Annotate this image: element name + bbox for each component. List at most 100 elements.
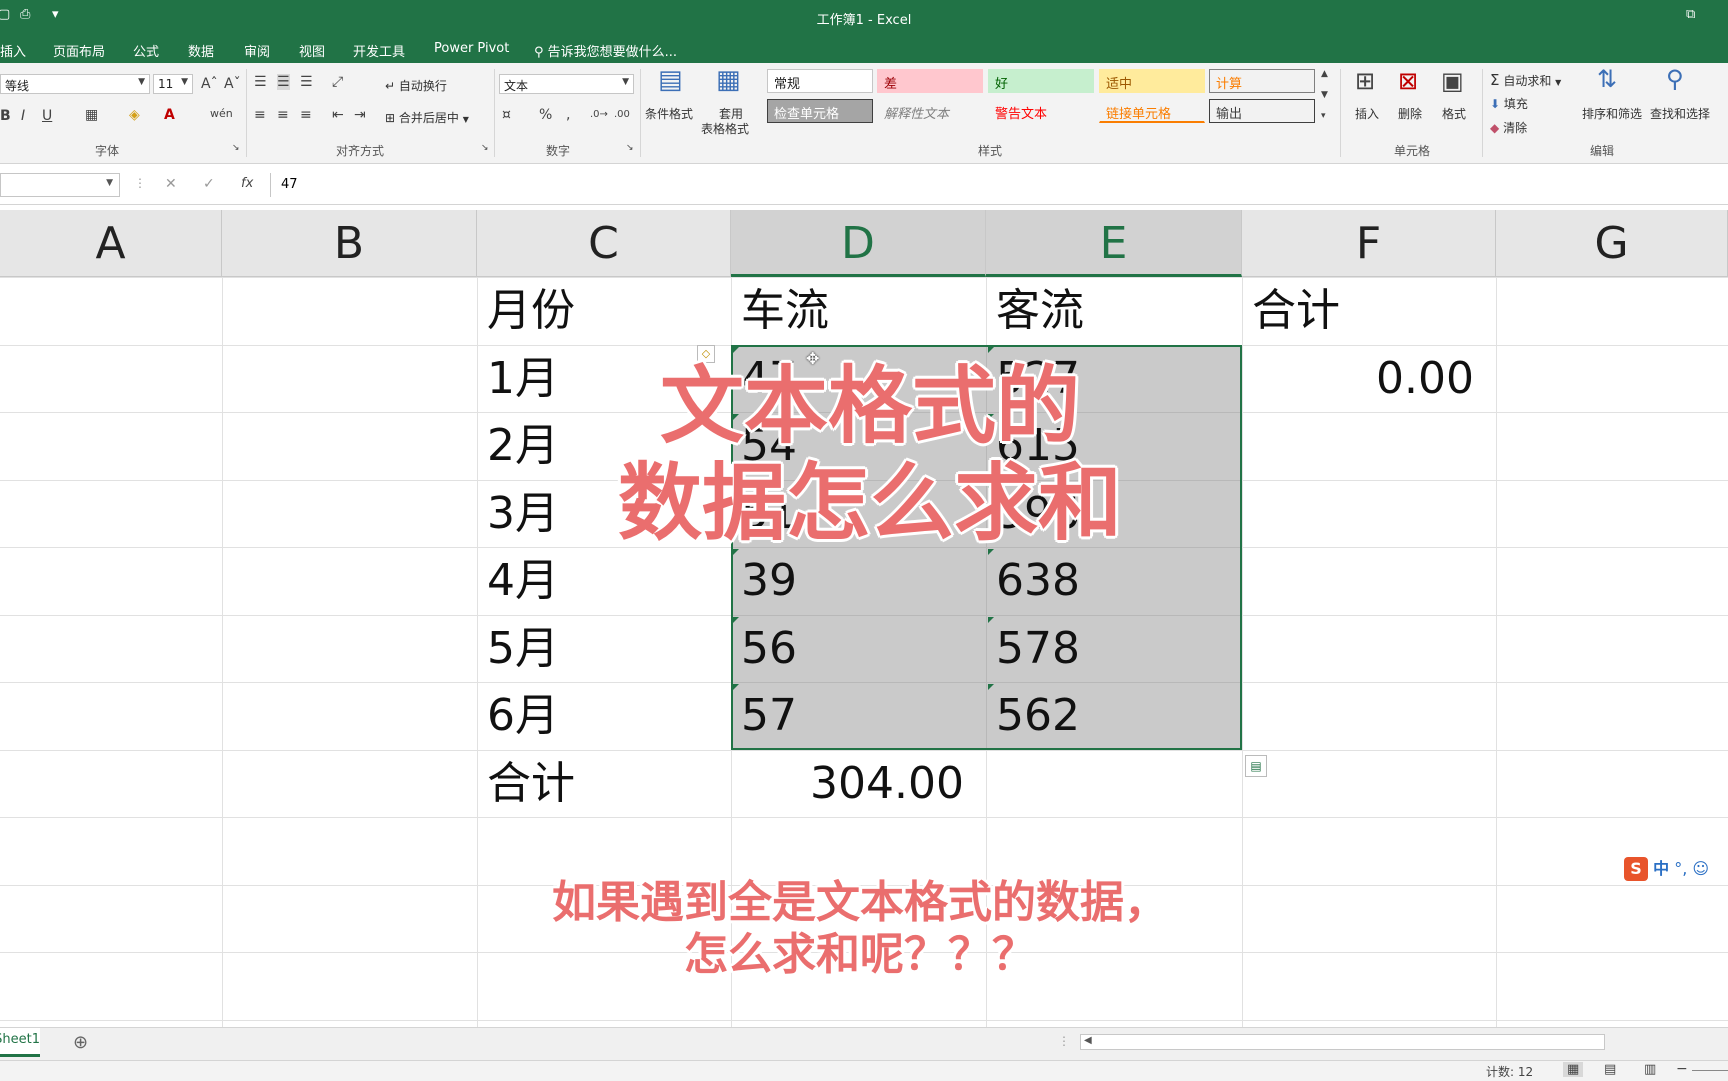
- cell-d7[interactable]: 57: [731, 682, 986, 749]
- sheet-tab-active[interactable]: Sheet1: [0, 1028, 40, 1057]
- column-header-e[interactable]: E: [986, 210, 1242, 277]
- column-header-f[interactable]: F: [1242, 210, 1496, 277]
- tell-me-box[interactable]: ⚲ 告诉我您想要做什么...: [534, 41, 677, 60]
- cell-style-0[interactable]: 常规: [767, 69, 873, 93]
- horizontal-scrollbar[interactable]: ◀: [1080, 1034, 1605, 1050]
- find-select-icon[interactable]: ⚲: [1666, 65, 1684, 93]
- delete-cells-icon[interactable]: ⊠: [1398, 67, 1418, 95]
- dialog-launcher-icon[interactable]: ↘: [481, 143, 489, 153]
- tab-data[interactable]: 数据: [188, 41, 214, 60]
- gallery-up-icon[interactable]: ▲: [1321, 69, 1328, 79]
- cell-f5[interactable]: [1242, 547, 1496, 614]
- name-box[interactable]: ▼: [0, 173, 120, 197]
- top-align-icon[interactable]: ☰: [254, 74, 267, 90]
- cell-f2[interactable]: 0.00: [1242, 345, 1496, 412]
- fill-color-icon[interactable]: ◈: [129, 107, 140, 123]
- add-sheet-icon[interactable]: ⊕: [73, 1032, 88, 1053]
- sort-filter-label[interactable]: 排序和筛选: [1582, 105, 1642, 122]
- cell-d1[interactable]: 车流: [731, 277, 986, 344]
- cell-style-5[interactable]: 检查单元格: [767, 99, 873, 123]
- formula-input[interactable]: 47: [270, 173, 1728, 197]
- insert-function-icon[interactable]: fx: [241, 176, 253, 191]
- ime-emoji-icon[interactable]: ☺: [1692, 859, 1709, 878]
- cell-style-2[interactable]: 好: [988, 69, 1094, 93]
- cell-d8[interactable]: 304.00: [731, 750, 986, 817]
- cell-f7[interactable]: [1242, 682, 1496, 749]
- wrap-text-button[interactable]: ↵ 自动换行: [385, 77, 447, 94]
- conditional-format-label[interactable]: 条件格式: [645, 105, 693, 122]
- bottom-align-icon[interactable]: ☰: [300, 74, 313, 90]
- column-header-a[interactable]: A: [0, 210, 222, 277]
- column-header-g[interactable]: G: [1496, 210, 1728, 277]
- cell-style-6[interactable]: 解释性文本: [877, 99, 983, 123]
- tab-view[interactable]: 视图: [299, 41, 325, 60]
- ime-logo-icon[interactable]: S: [1624, 857, 1648, 881]
- cell-style-7[interactable]: 警告文本: [988, 99, 1094, 123]
- underline-button[interactable]: U: [42, 108, 52, 124]
- column-header-d[interactable]: D: [731, 210, 986, 277]
- ime-punct-icon[interactable]: °,: [1674, 859, 1687, 878]
- fill-button[interactable]: ⬇ 填充: [1490, 95, 1528, 112]
- dialog-launcher-icon[interactable]: ↘: [232, 143, 240, 153]
- increase-indent-icon[interactable]: ⇥: [354, 107, 366, 123]
- format-cells-label[interactable]: 格式: [1442, 105, 1466, 122]
- tab-review[interactable]: 审阅: [244, 41, 270, 60]
- cell-d5[interactable]: 39: [731, 547, 986, 614]
- cell-e8[interactable]: [986, 750, 1242, 817]
- splitter-icon[interactable]: ⋮: [1058, 1034, 1070, 1048]
- find-select-label[interactable]: 查找和选择: [1650, 105, 1710, 122]
- cell-style-1[interactable]: 差: [877, 69, 983, 93]
- percent-button[interactable]: %: [539, 107, 552, 123]
- autosum-button[interactable]: Σ 自动求和 ▼: [1490, 71, 1561, 89]
- bold-button[interactable]: B: [0, 108, 11, 124]
- clear-button[interactable]: ◆ 清除: [1490, 119, 1527, 136]
- quick-analysis-icon[interactable]: ▤: [1245, 755, 1267, 777]
- align-center-icon[interactable]: ≡: [277, 107, 289, 123]
- dialog-launcher-icon[interactable]: ↘: [626, 143, 634, 153]
- phonetic-icon[interactable]: wén: [210, 107, 233, 120]
- cell-c7[interactable]: 6月: [477, 682, 731, 749]
- cell-f4[interactable]: [1242, 480, 1496, 547]
- cell-c1[interactable]: 月份: [477, 277, 731, 344]
- page-layout-view-icon[interactable]: ▤: [1604, 1062, 1616, 1077]
- grow-font-button[interactable]: Aˆ: [201, 76, 218, 92]
- tab-insert[interactable]: 插入: [0, 41, 26, 60]
- gallery-down-icon[interactable]: ▼: [1321, 90, 1328, 100]
- sort-filter-icon[interactable]: ⇅: [1597, 65, 1617, 93]
- normal-view-icon[interactable]: ▦: [1563, 1062, 1584, 1077]
- orientation-icon[interactable]: ⤢: [332, 74, 343, 90]
- font-color-icon[interactable]: A: [164, 107, 175, 123]
- cancel-icon[interactable]: ✕: [165, 176, 177, 192]
- scroll-left-icon[interactable]: ◀: [1084, 1035, 1092, 1046]
- number-format-box[interactable]: 文本 ▼: [499, 74, 634, 94]
- shrink-font-button[interactable]: Aˇ: [224, 76, 241, 92]
- cell-style-4[interactable]: 计算: [1209, 69, 1315, 93]
- delete-cells-label[interactable]: 删除: [1398, 105, 1422, 122]
- column-header-b[interactable]: B: [222, 210, 477, 277]
- cell-e6[interactable]: 578: [986, 615, 1242, 682]
- insert-cells-label[interactable]: 插入: [1355, 105, 1379, 122]
- cell-style-9[interactable]: 输出: [1209, 99, 1315, 123]
- tab-power-pivot[interactable]: Power Pivot: [434, 41, 509, 56]
- ime-toolbar[interactable]: S 中 °, ☺: [1624, 855, 1728, 881]
- cell-c5[interactable]: 4月: [477, 547, 731, 614]
- cell-style-8[interactable]: 链接单元格: [1099, 99, 1205, 123]
- font-name-box[interactable]: 等线 ▼: [0, 74, 150, 94]
- tab-page-layout[interactable]: 页面布局: [53, 41, 105, 60]
- cell-c6[interactable]: 5月: [477, 615, 731, 682]
- align-right-icon[interactable]: ≡: [300, 107, 312, 123]
- italic-button[interactable]: I: [21, 108, 25, 124]
- cell-f3[interactable]: [1242, 412, 1496, 479]
- format-as-table-icon[interactable]: ▦: [716, 65, 741, 95]
- gallery-more-icon[interactable]: ▾: [1321, 111, 1326, 121]
- format-as-table-label-2[interactable]: 表格格式: [701, 120, 749, 137]
- increase-decimal-icon[interactable]: .0→: [590, 109, 608, 120]
- align-left-icon[interactable]: ≡: [254, 107, 266, 123]
- cell-d6[interactable]: 56: [731, 615, 986, 682]
- decrease-decimal-icon[interactable]: .00: [614, 109, 630, 120]
- splitter-icon[interactable]: ⋮: [134, 176, 146, 190]
- column-header-c[interactable]: C: [477, 210, 731, 277]
- merge-center-button[interactable]: ⊞ 合并后居中 ▼: [385, 109, 469, 126]
- cell-e7[interactable]: 562: [986, 682, 1242, 749]
- cell-f8[interactable]: [1242, 750, 1496, 817]
